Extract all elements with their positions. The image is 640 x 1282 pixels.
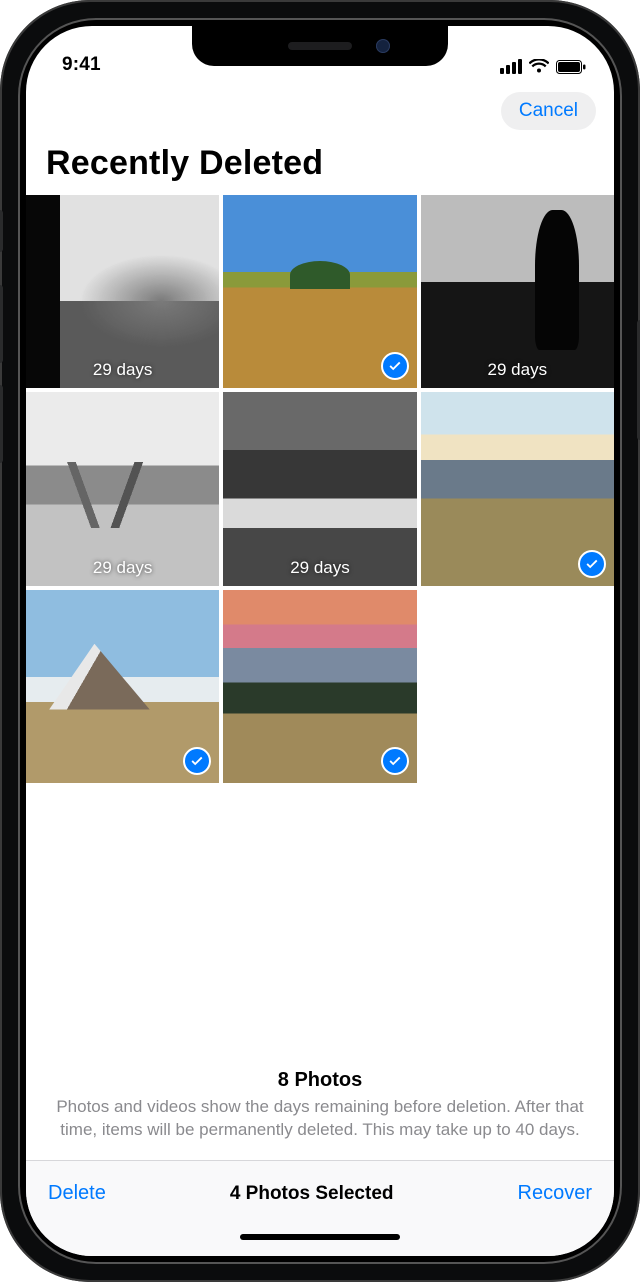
info-title: 8 Photos	[54, 1069, 586, 1092]
wifi-icon	[529, 59, 549, 74]
notch	[192, 26, 448, 66]
selection-checkmark-icon	[578, 550, 606, 578]
nav-bar: Cancel	[26, 80, 614, 138]
page-title: Recently Deleted	[26, 138, 614, 195]
days-remaining-label: 29 days	[421, 360, 614, 380]
info-text: Photos and videos show the days remainin…	[54, 1096, 586, 1142]
photo-thumbnail[interactable]: 29 days	[223, 392, 416, 585]
home-indicator[interactable]	[26, 1226, 614, 1256]
volume-up-button	[0, 285, 3, 363]
photo-thumbnail[interactable]	[223, 590, 416, 783]
selection-checkmark-icon	[381, 747, 409, 775]
photo-thumbnail[interactable]: 29 days	[421, 195, 614, 388]
days-remaining-label: 29 days	[26, 558, 219, 578]
recover-button[interactable]: Recover	[518, 1182, 592, 1205]
days-remaining-label: 29 days	[26, 360, 219, 380]
photo-thumbnail[interactable]	[26, 590, 219, 783]
selection-status: 4 Photos Selected	[230, 1183, 394, 1205]
photo-thumbnail[interactable]: 29 days	[26, 392, 219, 585]
speaker-grille	[288, 42, 352, 50]
status-time: 9:41	[62, 54, 101, 76]
battery-icon	[556, 60, 586, 74]
photo-thumbnail[interactable]: 29 days	[26, 195, 219, 388]
screen: 9:41 Cancel Recently Deleted 29 days	[26, 26, 614, 1256]
info-block: 8 Photos Photos and videos show the days…	[26, 1069, 614, 1160]
volume-down-button	[0, 385, 3, 463]
front-camera	[376, 39, 390, 53]
photo-thumbnail[interactable]	[223, 195, 416, 388]
selection-checkmark-icon	[381, 352, 409, 380]
cancel-button[interactable]: Cancel	[501, 92, 596, 130]
photo-grid: 29 days 29 days 29 days 29 days	[26, 195, 614, 783]
delete-button[interactable]: Delete	[48, 1182, 106, 1205]
photo-thumbnail[interactable]	[421, 392, 614, 585]
toolbar: Delete 4 Photos Selected Recover	[26, 1160, 614, 1226]
mute-switch	[0, 210, 3, 252]
days-remaining-label: 29 days	[223, 558, 416, 578]
status-icons	[500, 59, 586, 76]
cellular-icon	[500, 59, 522, 74]
device-frame: 9:41 Cancel Recently Deleted 29 days	[0, 0, 640, 1282]
